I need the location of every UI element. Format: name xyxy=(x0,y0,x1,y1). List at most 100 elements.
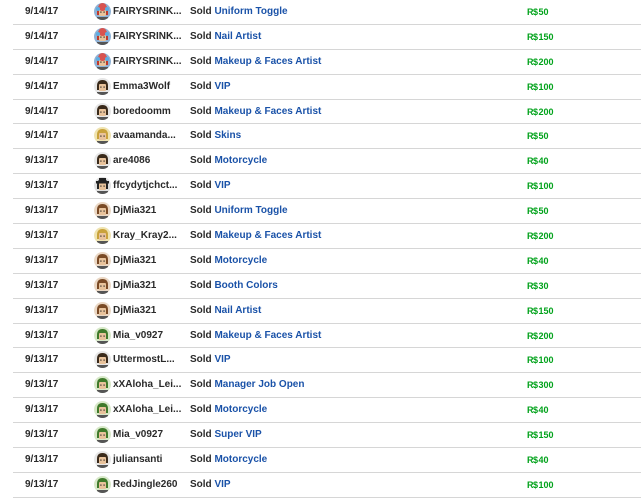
item-link[interactable]: Makeup & Faces Artist xyxy=(214,230,321,241)
buyer-username[interactable]: juliansanti xyxy=(113,448,162,472)
sold-label: Sold xyxy=(190,105,212,117)
sold-label: Sold xyxy=(190,304,212,316)
avatar-dark-hair-icon[interactable] xyxy=(94,351,111,369)
item-link[interactable]: VIP xyxy=(214,81,230,92)
avatar-green-hair-icon[interactable] xyxy=(94,475,111,493)
table-row: 9/13/17 DjMia321 Sold Nail Artist R$150 xyxy=(13,299,641,324)
item-link[interactable]: Nail Artist xyxy=(214,31,261,42)
buyer-username[interactable]: boredoomm xyxy=(113,100,171,124)
avatar-dark-hair-icon[interactable] xyxy=(94,102,111,120)
robux-icon: R$ xyxy=(527,479,538,490)
avatar-brown-hair-icon[interactable] xyxy=(94,276,111,294)
avatar-green-hair-icon[interactable] xyxy=(94,426,111,444)
amount-value: 100 xyxy=(538,479,554,490)
avatar-yellow-icon[interactable] xyxy=(94,227,111,245)
sale-amount: R$50 xyxy=(527,199,549,223)
sold-label: Sold xyxy=(190,80,212,92)
item-link[interactable]: VIP xyxy=(214,479,230,490)
sale-amount: R$40 xyxy=(527,249,549,273)
buyer-username[interactable]: ffcydytjchct... xyxy=(113,174,177,198)
amount-value: 200 xyxy=(538,106,554,117)
sale-amount: R$100 xyxy=(527,174,554,198)
amount-value: 200 xyxy=(538,56,554,67)
amount-value: 150 xyxy=(538,305,554,316)
buyer-username[interactable]: FAIRYSRINK... xyxy=(113,25,182,49)
amount-value: 50 xyxy=(538,7,549,17)
item-link[interactable]: Makeup & Faces Artist xyxy=(214,330,321,341)
avatar-headdress-icon[interactable] xyxy=(94,52,111,70)
item-link[interactable]: Nail Artist xyxy=(214,305,261,316)
item-link[interactable]: VIP xyxy=(214,180,230,191)
sale-amount: R$100 xyxy=(527,473,554,497)
item-link[interactable]: Motorcycle xyxy=(214,404,267,415)
avatar-green-hair-icon[interactable] xyxy=(94,326,111,344)
avatar-green-hair-icon[interactable] xyxy=(94,401,111,419)
robux-icon: R$ xyxy=(527,430,538,441)
avatar-green-hair-icon[interactable] xyxy=(94,376,111,394)
amount-value: 100 xyxy=(538,81,554,92)
item-link[interactable]: VIP xyxy=(214,354,230,365)
item-link[interactable]: Makeup & Faces Artist xyxy=(214,56,321,67)
avatar-headdress-icon[interactable] xyxy=(94,3,111,20)
buyer-username[interactable]: Emma3Wolf xyxy=(113,75,170,99)
buyer-username[interactable]: Kray_Kray2... xyxy=(113,224,177,248)
buyer-username[interactable]: avaamanda... xyxy=(113,124,176,148)
item-link[interactable]: Manager Job Open xyxy=(214,379,304,390)
buyer-username[interactable]: FAIRYSRINK... xyxy=(113,0,182,24)
sold-label: Sold xyxy=(190,130,212,142)
item-link[interactable]: Makeup & Faces Artist xyxy=(214,106,321,117)
buyer-username[interactable]: Mia_v0927 xyxy=(113,324,163,348)
item-link[interactable]: Motorcycle xyxy=(214,454,267,465)
sales-history-page: 9/14/17 FAIRYSRINK... Sold Uniform Toggl… xyxy=(0,0,641,500)
robux-icon: R$ xyxy=(527,131,538,142)
sale-amount: R$40 xyxy=(527,448,549,472)
buyer-username[interactable]: DjMia321 xyxy=(113,249,156,273)
item-link[interactable]: Motorcycle xyxy=(214,155,267,166)
sale-date: 9/13/17 xyxy=(25,379,59,391)
avatar-dark-hair-icon[interactable] xyxy=(94,451,111,469)
sold-label: Sold xyxy=(190,230,212,242)
table-row: 9/14/17 Emma3Wolf Sold VIP R$100 xyxy=(13,75,641,100)
buyer-username[interactable]: FAIRYSRINK... xyxy=(113,50,182,74)
sale-description: Sold Skins xyxy=(190,124,241,148)
item-link[interactable]: Uniform Toggle xyxy=(214,6,287,17)
robux-icon: R$ xyxy=(527,255,538,266)
sold-label: Sold xyxy=(190,6,212,17)
buyer-username[interactable]: Mia_v0927 xyxy=(113,423,163,447)
avatar-brown-hair-icon[interactable] xyxy=(94,301,111,319)
table-row: 9/13/17 juliansanti Sold Motorcycle R$40 xyxy=(13,448,641,473)
sale-description: Sold Makeup & Faces Artist xyxy=(190,100,321,124)
buyer-username[interactable]: RedJingle260 xyxy=(113,473,177,497)
buyer-username[interactable]: UttermostL... xyxy=(113,348,175,372)
sale-date: 9/14/17 xyxy=(25,80,59,92)
buyer-username[interactable]: xXAloha_Lei... xyxy=(113,373,181,397)
sale-date: 9/13/17 xyxy=(25,180,59,192)
avatar-yellow-icon[interactable] xyxy=(94,127,111,145)
avatar-brown-hair-icon[interactable] xyxy=(94,202,111,220)
sale-amount: R$40 xyxy=(527,398,549,422)
robux-icon: R$ xyxy=(527,56,538,67)
item-link[interactable]: Booth Colors xyxy=(214,280,277,291)
buyer-username[interactable]: are4086 xyxy=(113,149,150,173)
buyer-username[interactable]: DjMia321 xyxy=(113,274,156,298)
sale-date: 9/13/17 xyxy=(25,254,59,266)
sale-date: 9/14/17 xyxy=(25,6,59,17)
sale-description: Sold Makeup & Faces Artist xyxy=(190,324,321,348)
avatar-headdress-icon[interactable] xyxy=(94,27,111,45)
item-link[interactable]: Motorcycle xyxy=(214,255,267,266)
sale-date: 9/13/17 xyxy=(25,454,59,466)
buyer-username[interactable]: DjMia321 xyxy=(113,299,156,323)
avatar-brown-hair-icon[interactable] xyxy=(94,251,111,269)
sale-amount: R$50 xyxy=(527,124,549,148)
buyer-username[interactable]: DjMia321 xyxy=(113,199,156,223)
avatar-dark-hair-icon[interactable] xyxy=(94,77,111,95)
buyer-username[interactable]: xXAloha_Lei... xyxy=(113,398,181,422)
item-link[interactable]: Skins xyxy=(214,130,241,141)
item-link[interactable]: Super VIP xyxy=(214,429,261,440)
avatar-hat-icon[interactable] xyxy=(94,177,111,195)
avatar-dark-hair-icon[interactable] xyxy=(94,152,111,170)
table-row: 9/14/17 FAIRYSRINK... Sold Makeup & Face… xyxy=(13,50,641,75)
item-link[interactable]: Uniform Toggle xyxy=(214,205,287,216)
robux-icon: R$ xyxy=(527,106,538,117)
robux-icon: R$ xyxy=(527,280,538,291)
